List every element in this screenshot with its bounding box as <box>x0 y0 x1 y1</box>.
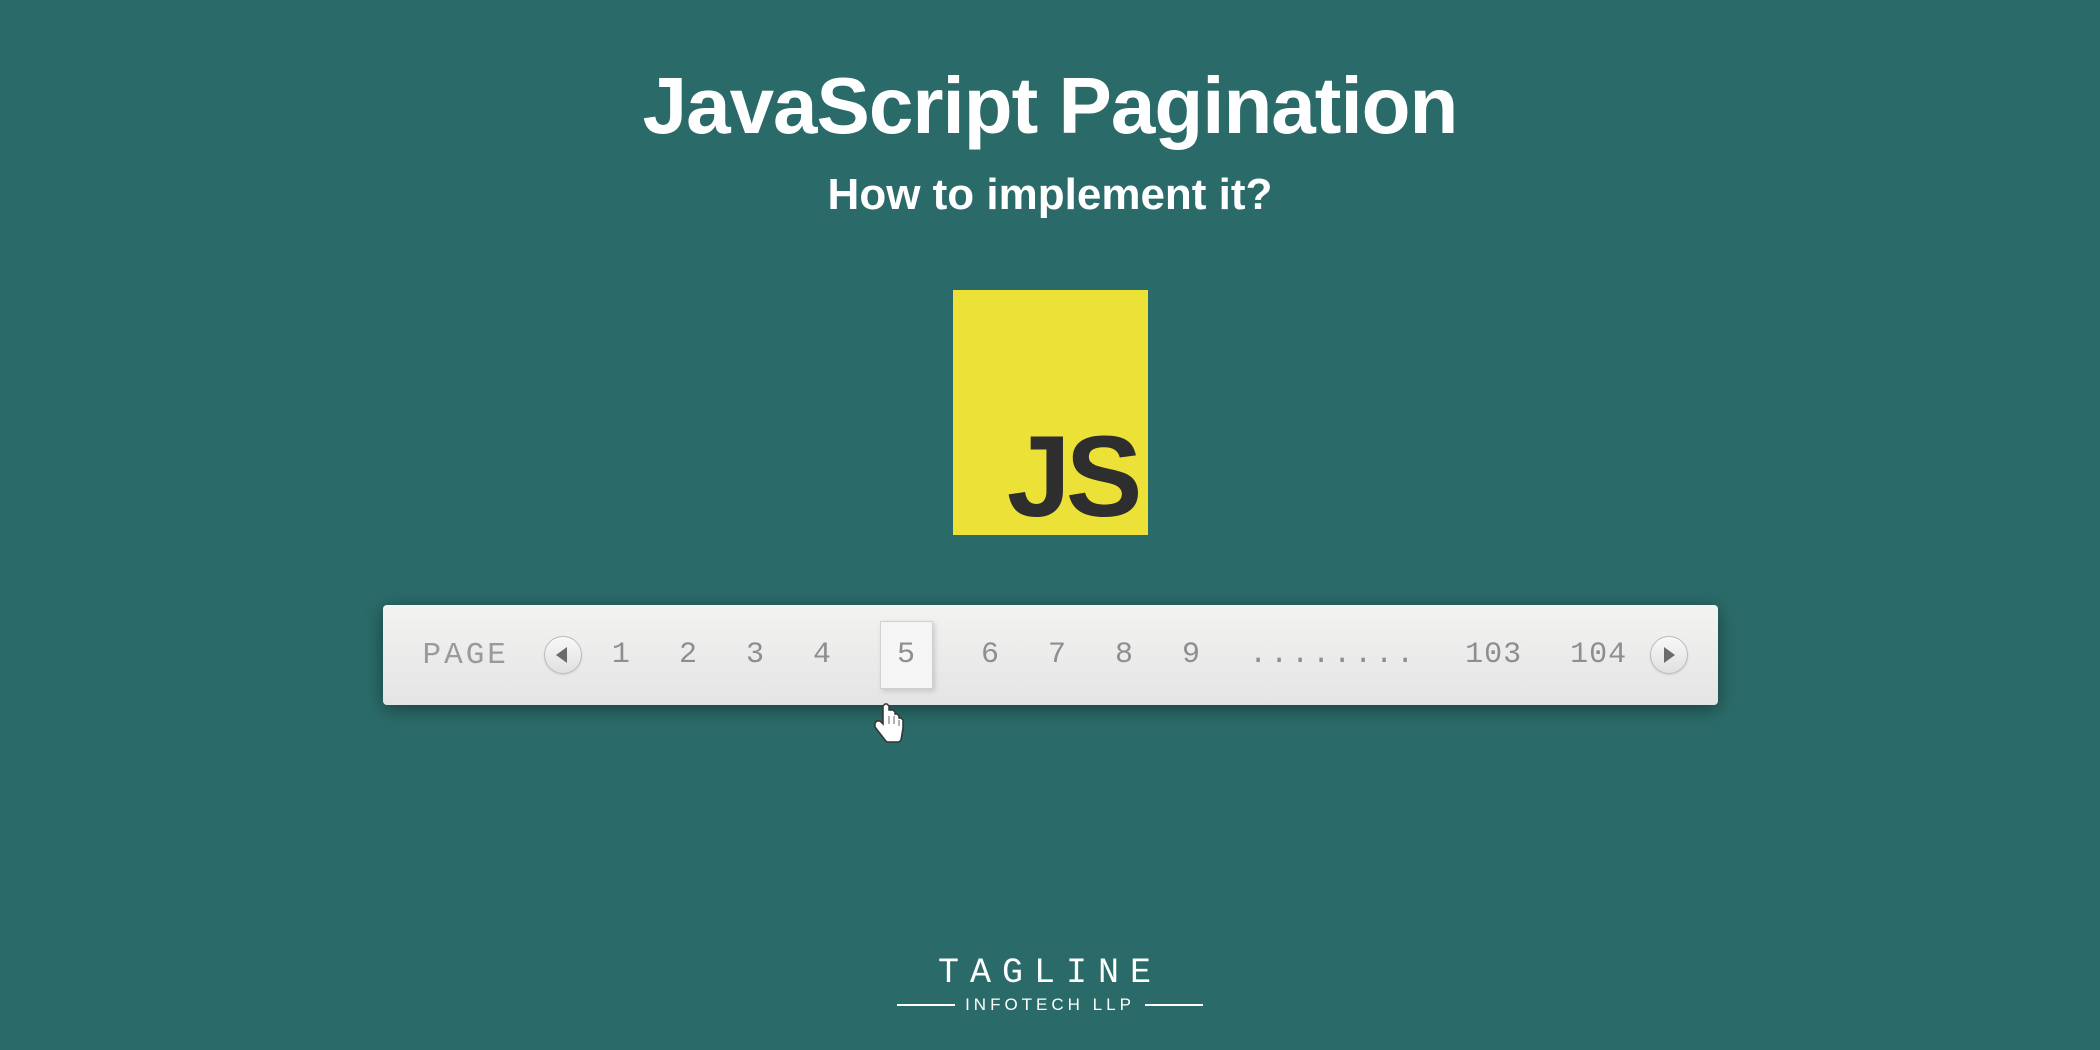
brand-name: TAGLINE <box>897 953 1203 993</box>
pagination-bar: PAGE 1 2 3 4 5 6 7 8 9 ........ 103 104 <box>383 605 1718 705</box>
page-number-4[interactable]: 4 <box>813 638 832 672</box>
page-number-8[interactable]: 8 <box>1115 638 1134 672</box>
js-logo-text: JS <box>1007 411 1138 543</box>
page-number-103[interactable]: 103 <box>1465 638 1522 672</box>
footer-brand-logo: TAGLINE INFOTECH LLP <box>897 953 1203 1015</box>
cursor-pointer-icon <box>871 702 909 746</box>
page-number-3[interactable]: 3 <box>746 638 765 672</box>
brand-tagline-row: INFOTECH LLP <box>897 995 1203 1015</box>
chevron-right-icon <box>1664 647 1675 663</box>
page-number-9[interactable]: 9 <box>1182 638 1201 672</box>
page-number-2[interactable]: 2 <box>679 638 698 672</box>
page-label: PAGE <box>423 638 509 673</box>
previous-page-button[interactable] <box>544 636 582 674</box>
brand-tagline: INFOTECH LLP <box>965 995 1135 1015</box>
page-number-1[interactable]: 1 <box>612 638 631 672</box>
page-number-6[interactable]: 6 <box>981 638 1000 672</box>
divider-line-left <box>897 1004 955 1006</box>
page-number-5-current[interactable]: 5 <box>880 621 933 689</box>
pagination-ellipsis: ........ <box>1249 638 1417 672</box>
page-number-104[interactable]: 104 <box>1570 638 1627 672</box>
page-title: JavaScript Pagination <box>643 60 1458 152</box>
next-page-button[interactable] <box>1650 636 1688 674</box>
page-number-7[interactable]: 7 <box>1048 638 1067 672</box>
page-numbers-list: 1 2 3 4 5 6 7 8 9 ........ 103 104 <box>612 621 1627 689</box>
javascript-logo: JS <box>953 290 1148 535</box>
main-container: JavaScript Pagination How to implement i… <box>0 0 2100 1050</box>
page-subtitle: How to implement it? <box>828 170 1273 220</box>
divider-line-right <box>1145 1004 1203 1006</box>
chevron-left-icon <box>556 647 567 663</box>
